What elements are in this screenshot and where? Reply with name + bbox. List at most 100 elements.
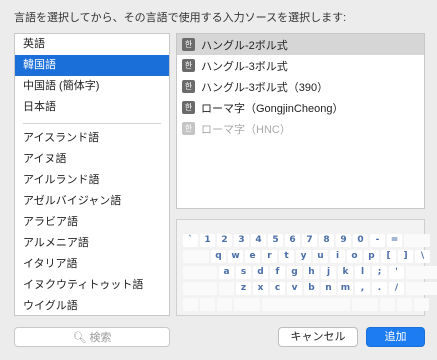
keyboard-key: 0 <box>353 234 368 247</box>
language-list[interactable]: 英語 韓国語 中国語 (簡体字) 日本語アイスランド語 アイヌ語 アイルランド語 アゼルバイ… <box>14 33 170 316</box>
input-source-list[interactable]: 한 ハングル-2ボル式 한 ハングル-3ボル式 한 ハングル-3ボル式（390） 한 ローマ字… <box>176 33 425 209</box>
space-key <box>262 298 350 311</box>
input-source-label: ハングル-3ボル式（390） <box>201 81 329 94</box>
modifier-key <box>406 266 437 279</box>
keyboard-key: g <box>287 266 302 279</box>
keyboard-key: p <box>364 250 379 263</box>
keyboard-key: z <box>236 282 251 295</box>
keyboard-key: d <box>253 266 268 279</box>
keyboard-key: h <box>304 266 319 279</box>
keyboard-row: q w e r t y u i o p[] \ <box>183 250 430 263</box>
keyboard-key: 6 <box>285 234 300 247</box>
input-source-item[interactable]: 한 ローマ字（GongjinCheong） <box>177 97 424 118</box>
input-source-label: ハングル-2ボル式 <box>201 39 288 52</box>
keyboard-preview: ` 1 2 3 4 5 6 7 8 9 0- = q w e r t y u i o p[] \ a s d f g h j k l; ' z x c… <box>176 219 437 316</box>
keyboard-key: v <box>287 282 302 295</box>
keyboard-key: s <box>236 266 251 279</box>
hangul-icon: 한 <box>182 122 195 135</box>
keyboard-key: t <box>279 250 294 263</box>
language-item[interactable]: アルメニア語 <box>15 233 169 254</box>
input-source-label: ハングル-3ボル式 <box>201 60 288 73</box>
keyboard-key: ] <box>398 250 413 263</box>
language-item[interactable]: アイスランド語 <box>15 128 169 149</box>
keyboard-key: u <box>313 250 328 263</box>
keyboard-key: j <box>321 266 336 279</box>
input-source-item[interactable]: 한 ローマ字（HNC） <box>177 118 424 139</box>
keyboard-key: ; <box>372 266 387 279</box>
keyboard-key: 5 <box>268 234 283 247</box>
keyboard-key: / <box>389 282 404 295</box>
modifier-key <box>404 234 430 247</box>
keyboard-key: [ <box>381 250 396 263</box>
keyboard-key: l <box>355 266 370 279</box>
keyboard-key: 9 <box>336 234 351 247</box>
keyboard-key: ` <box>183 234 198 247</box>
keyboard-key: q <box>211 250 226 263</box>
modifier-key <box>380 298 395 311</box>
input-source-label: ローマ字（HNC） <box>201 123 291 136</box>
search-icon: 🔍︎ <box>72 331 87 344</box>
keyboard-key: . <box>372 282 387 295</box>
keyboard-key: e <box>245 250 260 263</box>
keyboard-key: = <box>387 234 402 247</box>
language-item[interactable]: 韓国語 <box>15 55 169 76</box>
keyboard-key: , <box>355 282 370 295</box>
modifier-key <box>397 298 412 311</box>
keyboard-key: w <box>228 250 243 263</box>
modifier-key <box>219 282 234 295</box>
language-item[interactable]: アラビア語 <box>15 212 169 233</box>
modifier-key <box>183 250 209 263</box>
keyboard-key: a <box>219 266 234 279</box>
instruction-text: 言語を選択してから、その言語で使用する入力ソースを選択します: <box>14 12 347 24</box>
cancel-button[interactable]: キャンセル <box>278 327 358 347</box>
modifier-key <box>183 282 217 295</box>
modifier-key <box>414 298 429 311</box>
keyboard-key: 3 <box>234 234 249 247</box>
language-item[interactable]: 中国語 (簡体字) <box>15 76 169 97</box>
hangul-icon: 한 <box>182 38 195 51</box>
add-input-source-dialog: 言語を選択してから、その言語で使用する入力ソースを選択します: 英語 韓国語 中国語… <box>0 0 437 360</box>
keyboard-key: r <box>262 250 277 263</box>
language-item[interactable]: ウイグル語 <box>15 296 169 315</box>
keyboard-key: ' <box>389 266 404 279</box>
keyboard-key: 7 <box>302 234 317 247</box>
keyboard-key: \ <box>415 250 430 263</box>
input-source-item[interactable]: 한 ハングル-2ボル式 <box>177 34 424 55</box>
keyboard-key: 1 <box>200 234 215 247</box>
input-source-label: ローマ字（GongjinCheong） <box>201 102 344 115</box>
modifier-key <box>234 298 260 311</box>
keyboard-key: k <box>338 266 353 279</box>
keyboard-key: f <box>270 266 285 279</box>
language-item[interactable]: イヌクウティトゥット語 <box>15 275 169 296</box>
keyboard-key: c <box>270 282 285 295</box>
keyboard-row: ` 1 2 3 4 5 6 7 8 9 0- = <box>183 234 430 247</box>
language-separator <box>23 123 161 124</box>
add-button[interactable]: 追加 <box>366 327 425 347</box>
keyboard-row: z x c v b n m,. / <box>183 282 437 295</box>
language-item[interactable]: 英語 <box>15 34 169 55</box>
hangul-icon: 한 <box>182 80 195 93</box>
language-item[interactable]: アイルランド語 <box>15 170 169 191</box>
language-item[interactable]: アゼルバイジャン語 <box>15 191 169 212</box>
keyboard-key: 4 <box>251 234 266 247</box>
language-item[interactable]: 日本語 <box>15 97 169 118</box>
language-item[interactable]: イタリア語 <box>15 254 169 275</box>
keyboard-key: b <box>304 282 319 295</box>
keyboard-key: m <box>338 282 353 295</box>
keyboard-key: x <box>253 282 268 295</box>
keyboard-key: 2 <box>217 234 232 247</box>
modifier-key <box>406 282 437 295</box>
search-placeholder: 検索 <box>89 332 112 344</box>
keyboard-key: - <box>370 234 385 247</box>
keyboard-row <box>183 298 429 311</box>
keyboard-key: 8 <box>319 234 334 247</box>
hangul-icon: 한 <box>182 59 195 72</box>
modifier-key <box>183 266 217 279</box>
input-source-item[interactable]: 한 ハングル-3ボル式 <box>177 55 424 76</box>
keyboard-key: n <box>321 282 336 295</box>
modifier-key <box>183 298 198 311</box>
language-item[interactable]: アイヌ語 <box>15 149 169 170</box>
input-source-item[interactable]: 한 ハングル-3ボル式（390） <box>177 76 424 97</box>
modifier-key <box>352 298 378 311</box>
search-field[interactable]: 🔍︎ 検索 <box>14 327 170 347</box>
